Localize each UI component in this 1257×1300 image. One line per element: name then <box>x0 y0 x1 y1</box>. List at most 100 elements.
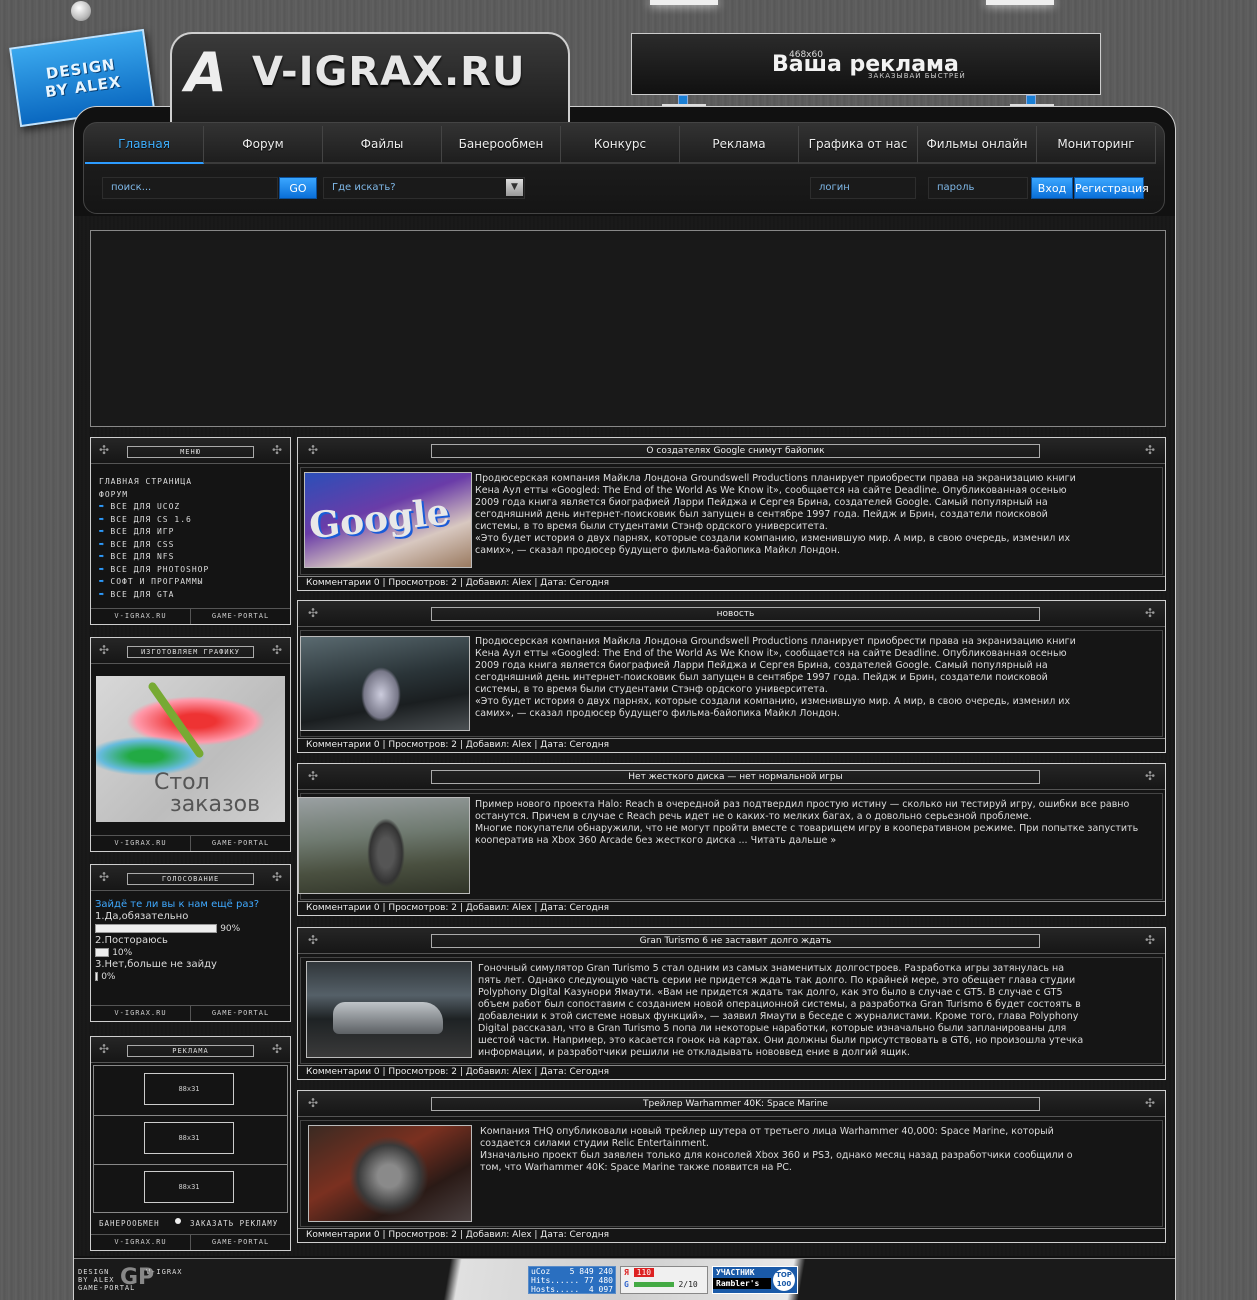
ucoz-counter[interactable]: uCoz 5 849 240 Hits...... 77 480 Hosts....… <box>528 1266 616 1294</box>
rambler-counter[interactable]: УЧАСТНИК Rambler's TOP 100 <box>712 1266 798 1294</box>
news-title[interactable]: новость <box>431 607 1040 621</box>
nav-files[interactable]: Файлы <box>323 126 442 164</box>
news-text: Продюсерская компания Майкла Лондона Gro… <box>475 636 1076 719</box>
order-desk-image[interactable]: Стол заказов <box>96 676 285 822</box>
cross-icon: ✣ <box>99 643 110 657</box>
menu-item-software[interactable]: софт и программы <box>99 576 209 589</box>
nav-graphics[interactable]: Графика от нас <box>799 126 918 164</box>
cross-icon: ✣ <box>308 933 319 947</box>
cross-icon: ✣ <box>99 870 110 884</box>
news-meta: Комментарии 0 | Просмотров: 2 | Добавил:… <box>298 576 1165 590</box>
chevron-down-icon[interactable]: ▼ <box>506 179 523 196</box>
menu-item-css[interactable]: все для css <box>99 539 209 552</box>
menu-item-ucoz[interactable]: все для ucoz <box>99 501 209 514</box>
news-image-game-robot[interactable] <box>300 636 470 731</box>
ad-slot-1[interactable]: 88x31 <box>144 1073 234 1105</box>
register-button[interactable]: Регистрация <box>1074 177 1149 199</box>
banner-exchange-link[interactable]: Банерообмен <box>99 1219 160 1229</box>
cross-icon: ✣ <box>271 870 282 884</box>
news-text: Компания THQ опубликовали новый трейлер … <box>480 1126 1073 1173</box>
ads-slots: 88x31 88x31 88x31 <box>93 1065 288 1213</box>
poll-option-2: 2.Постораюсь <box>95 935 168 946</box>
cross-icon: ✣ <box>1144 443 1155 457</box>
menu-item-gta[interactable]: все для gta <box>99 589 209 602</box>
search-go-button[interactable]: GO <box>279 177 317 199</box>
lamp-right <box>986 0 1054 5</box>
news-text: Гоночный симулятор Gran Turismo 5 стал о… <box>478 963 1084 1058</box>
cross-icon: ✣ <box>271 443 282 457</box>
news-title[interactable]: Нет жесткого диска — нет нормальной игры <box>431 770 1040 784</box>
news-meta: Комментарии 0 | Просмотров: 2 | Добавил:… <box>298 901 1165 915</box>
nav-ads[interactable]: Реклама <box>680 126 799 164</box>
poll-bar-3 <box>95 971 98 981</box>
poll-block: ✣ голосование ✣ Зайдё те ли вы к нам ещё р… <box>90 864 291 1022</box>
cross-icon: ✣ <box>308 1096 319 1110</box>
news-item: ✣ Нет жесткого диска — нет нормальной игр… <box>297 763 1166 916</box>
ads-block: ✣ реклама ✣ 88x31 88x31 88x31 Банерообмен … <box>90 1036 291 1251</box>
site-logo[interactable]: V-IGRAX.RU <box>252 50 525 94</box>
block-footer-portal[interactable]: GAME-PORTAL <box>190 609 290 624</box>
news-item: ✣ О создателях Google снимут байопик ✣ Goo… <box>297 437 1166 591</box>
poll-bar-1 <box>95 923 217 933</box>
logo-mark: A <box>185 41 227 104</box>
news-image-gran-turismo[interactable] <box>306 961 472 1058</box>
block-footer-site[interactable]: V-IGRAX.RU <box>91 1235 190 1250</box>
nav-movies[interactable]: Фильмы онлайн <box>918 126 1037 164</box>
block-footer-portal[interactable]: GAME-PORTAL <box>190 836 290 851</box>
poll-option-1: 1.Да,обязательно <box>95 911 189 922</box>
dot-icon <box>175 1218 181 1224</box>
block-footer-site[interactable]: V-IGRAX.RU <box>91 609 190 624</box>
cross-icon: ✣ <box>1144 1096 1155 1110</box>
menu-item-cs16[interactable]: все для cs 1.6 <box>99 514 209 527</box>
menu-item-games[interactable]: все для игр <box>99 526 209 539</box>
menu-item-photoshop[interactable]: все для photoshop <box>99 564 209 577</box>
news-title[interactable]: О создателях Google снимут байопик <box>431 444 1040 458</box>
ad-slot-2[interactable]: 88x31 <box>144 1122 234 1154</box>
news-image-warhammer[interactable] <box>308 1125 472 1222</box>
nav-forum[interactable]: Форум <box>204 126 323 164</box>
menu-item-home[interactable]: главная страница <box>99 476 209 489</box>
pin-icon <box>71 1 91 21</box>
poll-bar-2 <box>95 947 109 957</box>
ad-slot-3[interactable]: 88x31 <box>144 1171 234 1203</box>
cross-icon: ✣ <box>1144 933 1155 947</box>
search-scope-select[interactable]: Где искать? <box>323 177 525 199</box>
nav-monitoring[interactable]: Мониторинг <box>1037 126 1156 164</box>
main-nav: Главная Форум Файлы Банерообмен Конкурс … <box>85 126 1156 164</box>
block-footer-portal[interactable]: GAME-PORTAL <box>190 1235 290 1250</box>
password-field[interactable]: пароль <box>928 177 1028 199</box>
cross-icon: ✣ <box>271 1042 282 1056</box>
news-item: ✣ Gran Turismo 6 не заставит долго ждать ✣… <box>297 927 1166 1080</box>
car-icon <box>333 1002 443 1034</box>
news-title[interactable]: Трейлер Warhammer 40K: Space Marine <box>431 1097 1040 1111</box>
menu-item-forum[interactable]: форум <box>99 489 209 502</box>
poll-pct-2: 10% <box>112 948 133 958</box>
block-footer-site[interactable]: V-IGRAX.RU <box>91 836 190 851</box>
news-title[interactable]: Gran Turismo 6 не заставит долго ждать <box>431 934 1040 948</box>
nav-banner-exchange[interactable]: Банерообмен <box>442 126 561 164</box>
menu-item-nfs[interactable]: все для nfs <box>99 551 209 564</box>
lamp-left <box>650 0 718 5</box>
login-button[interactable]: Вход <box>1031 177 1073 199</box>
news-image-caption: Google <box>307 490 452 548</box>
news-image-google[interactable]: Google <box>304 472 472 568</box>
news-image-halo[interactable] <box>298 797 470 894</box>
news-item: ✣ Трейлер Warhammer 40K: Space Marine ✣ Ко… <box>297 1090 1166 1243</box>
poll-question: Зайдё те ли вы к нам ещё раз? <box>95 899 260 910</box>
news-text: Пример нового проекта Halo: Reach в очер… <box>475 799 1139 846</box>
graphics-block-title: изготовляем графику <box>127 646 254 658</box>
ads-block-title: реклама <box>127 1045 254 1057</box>
search-input[interactable]: поиск... <box>102 177 278 199</box>
news-meta: Комментарии 0 | Просмотров: 2 | Добавил:… <box>298 1065 1165 1079</box>
block-footer-portal[interactable]: GAME-PORTAL <box>190 1006 290 1021</box>
rambler-top100-icon: TOP 100 <box>773 1269 795 1291</box>
nav-contest[interactable]: Конкурс <box>561 126 680 164</box>
order-ad-link[interactable]: Заказать рекламу <box>190 1219 278 1229</box>
block-footer-site[interactable]: V-IGRAX.RU <box>91 1006 190 1021</box>
login-field[interactable]: логин <box>810 177 916 199</box>
wide-ad-slot[interactable] <box>90 230 1166 427</box>
top-ad-subtitle: ЗАКАЗЫВАЙ БЫСТРЕЙ <box>868 72 966 80</box>
nav-home[interactable]: Главная <box>85 126 204 164</box>
poll-block-title: голосование <box>127 873 254 885</box>
yandex-counter[interactable]: Я 110 G 2/10 <box>620 1266 708 1294</box>
